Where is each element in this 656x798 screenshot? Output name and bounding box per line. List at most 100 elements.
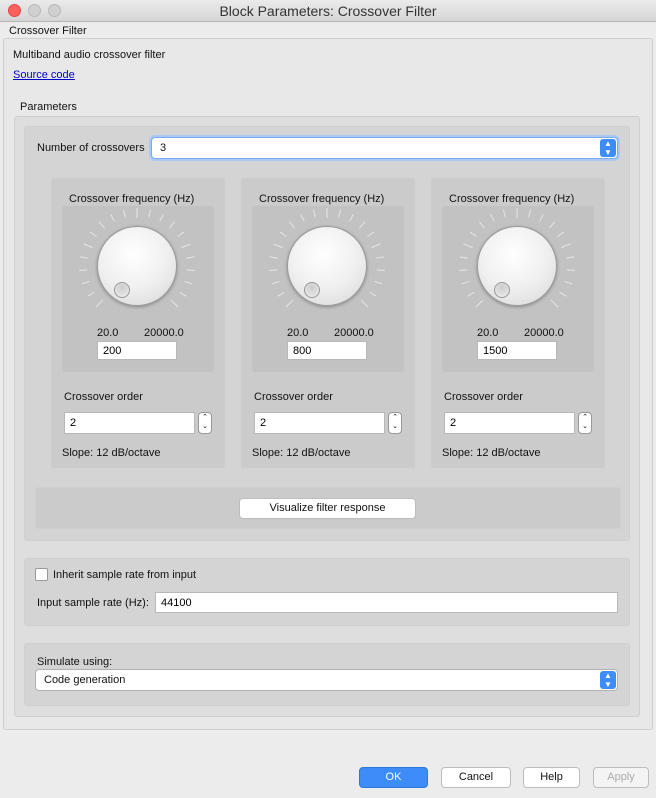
knob-tick: [148, 209, 152, 218]
crossover-3-panel: Crossover frequency (Hz) 20.0 20000.0 Cr…: [431, 178, 605, 468]
knob-tick: [528, 209, 532, 218]
frequency-knob[interactable]: [287, 226, 367, 306]
knob-min-label: 20.0: [97, 327, 119, 339]
simulate-label: Simulate using:: [37, 656, 113, 668]
source-code-link[interactable]: Source code: [13, 69, 75, 81]
knob-tick: [300, 214, 305, 222]
block-name: Crossover Filter: [9, 25, 87, 37]
knob-tick: [110, 214, 115, 222]
knob-tick: [170, 299, 179, 308]
knob-tick: [374, 280, 383, 285]
simulate-value: Code generation: [44, 674, 126, 686]
description: Multiband audio crossover filter: [13, 49, 166, 61]
knob-tick: [566, 269, 575, 272]
knob-tick: [369, 291, 377, 297]
frequency-knob[interactable]: [97, 226, 177, 306]
knob-tick: [181, 243, 191, 249]
num-crossovers-select[interactable]: 3 ▲ ▼: [151, 137, 618, 159]
knob-tick: [122, 209, 126, 218]
knob-tick: [186, 256, 195, 259]
slope-label: Slope: 12 dB/octave: [442, 447, 541, 459]
slope-label: Slope: 12 dB/octave: [62, 447, 161, 459]
knob-area: 20.0 20000.0: [442, 206, 594, 372]
crossover-frequency-label: Crossover frequency (Hz): [449, 193, 575, 205]
crossover-order-label: Crossover order: [64, 391, 143, 403]
knob-tick: [478, 221, 485, 229]
crossover-order-input[interactable]: [254, 412, 385, 434]
knob-tick: [98, 221, 105, 229]
knob-tick: [288, 221, 295, 229]
knob-tick: [269, 269, 278, 272]
crossover-order-stepper[interactable]: ⌃ ⌄: [578, 412, 592, 434]
crossover-frequency-label: Crossover frequency (Hz): [259, 193, 385, 205]
knob-max-label: 20000.0: [524, 327, 564, 339]
crossover-frequency-input[interactable]: [477, 341, 557, 360]
ok-button[interactable]: OK: [359, 767, 428, 788]
crossover-1-panel: Crossover frequency (Hz) 20.0 20000.0 Cr…: [51, 178, 225, 468]
knob-tick: [186, 269, 195, 272]
knob-tick: [349, 214, 354, 222]
num-crossovers-value: 3: [160, 142, 167, 154]
frequency-knob[interactable]: [477, 226, 557, 306]
crossover-order-label: Crossover order: [254, 391, 333, 403]
knob-tick: [459, 269, 468, 272]
knob-area: 20.0 20000.0: [62, 206, 214, 372]
help-button[interactable]: Help: [523, 767, 580, 788]
crossover-order-input[interactable]: [64, 412, 195, 434]
sample-rate-input[interactable]: [155, 592, 618, 613]
knob-tick: [564, 280, 573, 285]
knob-max-label: 20000.0: [144, 327, 184, 339]
knob-area: 20.0 20000.0: [252, 206, 404, 372]
inherit-sample-rate-checkbox[interactable]: [35, 568, 48, 581]
knob-tick: [95, 299, 104, 308]
crossover-order-input[interactable]: [444, 412, 575, 434]
knob-tick: [549, 221, 556, 229]
knob-indicator: [494, 282, 510, 298]
knob-tick: [367, 231, 375, 238]
knob-tick: [502, 209, 506, 218]
simulate-select[interactable]: Code generation ▲ ▼: [35, 669, 618, 691]
knob-tick: [269, 256, 278, 259]
cancel-button[interactable]: Cancel: [441, 767, 511, 788]
knob-tick: [376, 256, 385, 259]
crossover-frequency-label: Crossover frequency (Hz): [69, 193, 195, 205]
knob-tick: [169, 221, 176, 229]
knob-tick: [184, 280, 193, 285]
knob-tick: [338, 209, 342, 218]
apply-button[interactable]: Apply: [593, 767, 649, 788]
knob-tick: [177, 231, 185, 238]
crossover-frequency-input[interactable]: [97, 341, 177, 360]
crossover-order-label: Crossover order: [444, 391, 523, 403]
knob-tick: [271, 280, 280, 285]
knob-tick: [87, 291, 95, 297]
window-title: Block Parameters: Crossover Filter: [219, 3, 437, 19]
slope-label: Slope: 12 dB/octave: [252, 447, 351, 459]
knob-min-label: 20.0: [477, 327, 499, 339]
knob-tick: [469, 231, 477, 238]
knob-tick: [159, 214, 164, 222]
updown-arrow-icon: ▲ ▼: [600, 671, 616, 689]
knob-min-label: 20.0: [287, 327, 309, 339]
knob-tick: [371, 243, 381, 249]
knob-tick: [539, 214, 544, 222]
knob-tick: [459, 256, 468, 259]
sample-rate-label: Input sample rate (Hz):: [37, 597, 149, 609]
knob-tick: [475, 299, 484, 308]
knob-tick: [285, 299, 294, 308]
knob-tick: [550, 299, 559, 308]
knob-tick: [273, 243, 283, 249]
knob-tick: [463, 243, 473, 249]
knob-tick: [359, 221, 366, 229]
knob-tick: [461, 280, 470, 285]
crossover-frequency-input[interactable]: [287, 341, 367, 360]
visualize-filter-response-button[interactable]: Visualize filter response: [239, 498, 416, 519]
knob-tick: [360, 299, 369, 308]
crossover-order-stepper[interactable]: ⌃ ⌄: [388, 412, 402, 434]
knob-tick: [89, 231, 97, 238]
updown-arrow-icon: ▲ ▼: [600, 139, 616, 157]
crossover-order-stepper[interactable]: ⌃ ⌄: [198, 412, 212, 434]
knob-tick: [561, 243, 571, 249]
knob-tick: [490, 214, 495, 222]
knob-tick: [312, 209, 316, 218]
knob-tick: [467, 291, 475, 297]
